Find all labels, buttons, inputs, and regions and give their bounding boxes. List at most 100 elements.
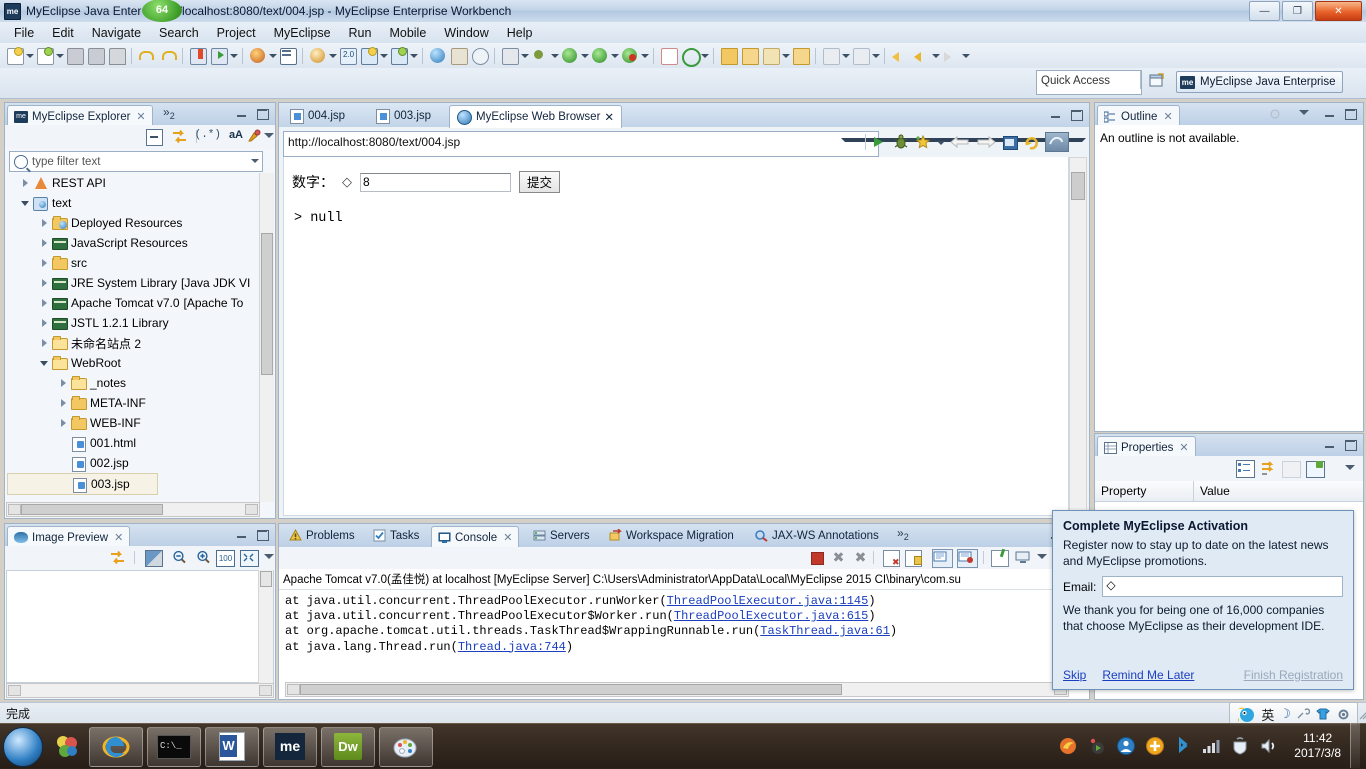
- tree-item-webroot[interactable]: WebRoot: [6, 353, 258, 373]
- bluetooth-tray-icon[interactable]: [1174, 736, 1192, 756]
- menu-search[interactable]: Search: [150, 24, 208, 42]
- actual-size-icon[interactable]: 100: [216, 550, 235, 567]
- pencil-dropdown-icon[interactable]: [781, 46, 790, 65]
- close-icon[interactable]: ✕: [1179, 441, 1188, 454]
- scrollbar-thumb[interactable]: [1071, 172, 1085, 200]
- scroll-left-arrow[interactable]: [8, 685, 21, 696]
- scroll-lock-icon[interactable]: [905, 550, 922, 567]
- explorer-overflow-icon[interactable]: »2: [163, 105, 175, 121]
- expand-arrow-icon[interactable]: [39, 333, 51, 353]
- scrollbar-thumb[interactable]: [260, 571, 272, 587]
- back-icon[interactable]: [949, 133, 971, 151]
- ime-mascot-icon[interactable]: [1236, 705, 1256, 723]
- taskbar-word-icon[interactable]: W: [205, 726, 259, 767]
- open-file-icon[interactable]: [791, 46, 810, 65]
- tree-item-001-html[interactable]: 001.html: [6, 433, 258, 453]
- finish-registration-link[interactable]: Finish Registration: [1244, 668, 1343, 682]
- debug-configurations-icon[interactable]: [530, 46, 549, 65]
- explorer-filter-box[interactable]: type filter text: [9, 151, 263, 172]
- collapse-arrow-icon[interactable]: [20, 193, 32, 213]
- show-console-on-error-icon[interactable]: [957, 549, 978, 568]
- menu-file[interactable]: File: [5, 24, 43, 42]
- forward-history-icon[interactable]: [911, 46, 930, 65]
- open-external-browser-icon[interactable]: [1045, 132, 1069, 152]
- remind-me-later-link[interactable]: Remind Me Later: [1102, 668, 1194, 682]
- expand-arrow-icon[interactable]: [39, 253, 51, 273]
- taskbar-paint-icon[interactable]: [379, 726, 433, 767]
- tab-image-preview[interactable]: Image Preview ✕: [7, 526, 131, 548]
- open-perspective-icon[interactable]: [1148, 72, 1166, 89]
- tab-tasks[interactable]: Tasks: [367, 525, 425, 546]
- volume-tray-icon[interactable]: [1259, 736, 1279, 756]
- tree-item-rest-api[interactable]: REST API: [6, 173, 258, 193]
- menu-project[interactable]: Project: [208, 24, 265, 42]
- ime-mode-label[interactable]: 英: [1261, 705, 1274, 724]
- tab-workspace-migration[interactable]: Workspace Migration: [603, 525, 740, 546]
- new-interface-icon[interactable]: [389, 46, 408, 65]
- view-menu-icon[interactable]: [264, 133, 274, 138]
- run-icon[interactable]: [560, 46, 579, 65]
- ime-skin-icon[interactable]: [1315, 707, 1331, 722]
- next-annotation-icon[interactable]: [821, 46, 840, 65]
- expand-arrow-icon[interactable]: [39, 213, 51, 233]
- close-icon[interactable]: ✕: [114, 531, 123, 544]
- tree-item-unnamed-site-2[interactable]: 未命名站点 2: [6, 333, 258, 353]
- tree-item-web-inf[interactable]: WEB-INF: [6, 413, 258, 433]
- myeclipse-config-dropdown-icon[interactable]: [268, 46, 277, 65]
- fit-to-window-icon[interactable]: [240, 550, 259, 567]
- run-as-dropdown-icon[interactable]: [610, 46, 619, 65]
- expand-arrow-icon[interactable]: [58, 373, 70, 393]
- menu-edit[interactable]: Edit: [43, 24, 83, 42]
- ime-tools-icon[interactable]: [1296, 707, 1311, 721]
- previous-annotation-icon[interactable]: [851, 46, 870, 65]
- open-folder-icon[interactable]: [719, 46, 738, 65]
- expand-arrow-icon[interactable]: [58, 413, 70, 433]
- database-explorer-icon[interactable]: [278, 46, 297, 65]
- column-property[interactable]: Property: [1095, 481, 1194, 501]
- maximize-view-button[interactable]: [255, 108, 269, 120]
- tree-item-003-jsp[interactable]: 003.jsp: [7, 473, 158, 495]
- debug-icon[interactable]: [892, 133, 910, 151]
- firefox-tray-icon[interactable]: [1058, 736, 1078, 756]
- forward-dropdown-icon[interactable]: [961, 46, 970, 65]
- view-menu-icon[interactable]: [1299, 110, 1309, 115]
- skip-link[interactable]: Skip: [1063, 668, 1086, 682]
- network-tray-icon[interactable]: [1201, 736, 1221, 756]
- menu-help[interactable]: Help: [498, 24, 542, 42]
- perspective-myeclipse-java-enterprise[interactable]: me MyEclipse Java Enterprise: [1176, 71, 1343, 93]
- open-type-icon[interactable]: 2.0: [338, 46, 357, 65]
- close-icon[interactable]: ✕: [136, 110, 145, 123]
- stacktrace-link[interactable]: TaskThread.java:61: [760, 624, 890, 638]
- chevron-down-icon[interactable]: [251, 159, 259, 163]
- tree-item-meta-inf[interactable]: META-INF: [6, 393, 258, 413]
- previous-annotation-dropdown-icon[interactable]: [871, 46, 880, 65]
- minimize-view-button[interactable]: [235, 529, 249, 541]
- open-resource-icon[interactable]: [449, 46, 468, 65]
- pin-console-icon[interactable]: [991, 548, 1009, 567]
- menu-navigate[interactable]: Navigate: [83, 24, 150, 42]
- deploy-icon[interactable]: [188, 46, 207, 65]
- new-class-icon[interactable]: [359, 46, 378, 65]
- scroll-right-arrow[interactable]: [245, 504, 258, 515]
- link-with-editor-icon[interactable]: [172, 129, 187, 144]
- view-menu-icon[interactable]: [264, 554, 274, 559]
- refresh-icon[interactable]: [1023, 133, 1041, 151]
- run-last-dropdown-icon[interactable]: [640, 46, 649, 65]
- safety-tray-icon[interactable]: [1230, 736, 1250, 756]
- case-sensitive-icon[interactable]: aA: [229, 129, 243, 141]
- save-icon[interactable]: [65, 46, 84, 65]
- update-tray-icon[interactable]: [1145, 736, 1165, 756]
- close-icon[interactable]: ✕: [503, 531, 512, 544]
- globe-icon[interactable]: [428, 46, 447, 65]
- debug-dropdown-icon[interactable]: [550, 46, 559, 65]
- maximize-view-button[interactable]: [255, 529, 269, 541]
- print-icon[interactable]: [107, 46, 126, 65]
- scrollbar-thumb[interactable]: [21, 504, 163, 515]
- search-again-icon[interactable]: [680, 46, 701, 67]
- browser-vertical-scrollbar[interactable]: [1069, 157, 1087, 516]
- clear-console-icon[interactable]: ✖: [883, 550, 900, 567]
- collapse-all-icon[interactable]: [146, 129, 163, 146]
- tree-item-apache-tomcat[interactable]: Apache Tomcat v7.0 [Apache To: [6, 293, 258, 313]
- maximize-editor-button[interactable]: [1069, 109, 1083, 121]
- bottom-overflow-icon[interactable]: »2: [897, 526, 909, 542]
